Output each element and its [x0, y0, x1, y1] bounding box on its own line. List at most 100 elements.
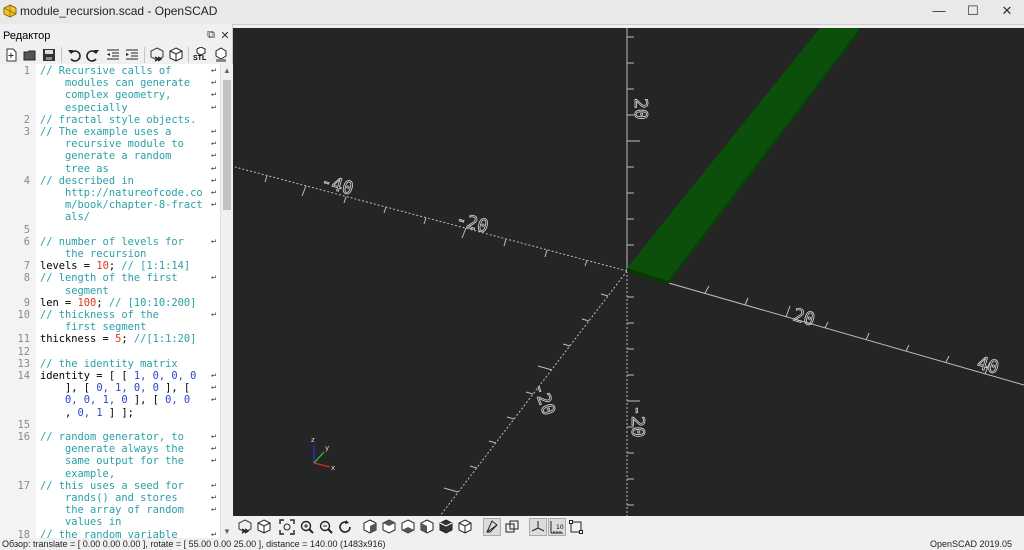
show-axes-icon[interactable]	[529, 518, 547, 536]
code-line[interactable]: example,	[0, 468, 220, 480]
wrap-indicator-icon: ↩	[211, 66, 217, 76]
code-token: the recursion	[40, 248, 147, 260]
code-text: complex geometry,	[40, 89, 171, 101]
code-line[interactable]: 4 // described in ↩	[0, 175, 220, 187]
x-label-neg-40: -40	[319, 171, 356, 200]
gizmo-x-label: x	[331, 464, 335, 472]
code-line[interactable]: 9 len = 100; // [10:10:200]	[0, 297, 220, 309]
view-top-icon[interactable]	[380, 518, 398, 536]
code-editor[interactable]: 1 // Recursive calls of ↩ modules can gene…	[0, 64, 220, 538]
orthogonal-icon[interactable]	[503, 518, 521, 536]
redo-icon[interactable]	[85, 47, 101, 63]
unindent-icon[interactable]	[105, 47, 121, 63]
view-toolbar: 10	[233, 516, 1024, 538]
editor-toolbar: STL	[0, 44, 232, 66]
view-bottom-icon[interactable]	[399, 518, 417, 536]
code-line[interactable]: first segment	[0, 321, 220, 333]
undock-editor-button[interactable]: ⧉	[205, 29, 217, 42]
z-axis-ticks	[627, 36, 640, 246]
code-line[interactable]: 16 // random generator, to ↩	[0, 431, 220, 443]
close-window-button[interactable]: ✕	[990, 0, 1024, 24]
zoom-out-icon[interactable]	[317, 518, 335, 536]
view-front-icon[interactable]	[437, 518, 455, 536]
reset-view-icon[interactable]	[336, 518, 354, 536]
svg-text:10: 10	[556, 524, 564, 531]
3d-viewport[interactable]: 20 40 -20 -40 20 -20 -20 z x y	[233, 28, 1024, 516]
view-right-icon[interactable]	[361, 518, 379, 536]
code-line[interactable]: 8 // length of the first ↩	[0, 272, 220, 284]
close-editor-button[interactable]: ✕	[219, 29, 231, 42]
scrollbar-thumb[interactable]	[223, 80, 231, 210]
view-all-icon[interactable]	[278, 518, 296, 536]
code-line[interactable]: generate always the ↩	[0, 443, 220, 455]
code-line[interactable]: m/book/chapter-8-fract ↩	[0, 199, 220, 211]
code-line[interactable]: 5	[0, 224, 220, 236]
line-number: 9	[23, 296, 30, 309]
code-line[interactable]: 0, 0, 1, 0 ], [ 0, 0 ↩	[0, 394, 220, 406]
code-token: ;	[108, 260, 122, 273]
open-icon[interactable]	[22, 47, 38, 63]
code-line[interactable]: complex geometry, ↩	[0, 89, 220, 101]
scroll-up-arrow-icon[interactable]: ▲	[221, 66, 233, 75]
view-back-icon[interactable]	[456, 518, 474, 536]
zoom-in-icon[interactable]	[298, 518, 316, 536]
code-line[interactable]: 12	[0, 346, 220, 358]
code-line[interactable]: same output for the ↩	[0, 455, 220, 467]
preview-icon[interactable]	[149, 47, 165, 63]
code-line[interactable]: , 0, 1 ] ];	[0, 407, 220, 419]
code-line[interactable]: 2 // fractal style objects.	[0, 114, 220, 126]
code-line[interactable]: the array of random ↩	[0, 504, 220, 516]
code-line[interactable]: als/	[0, 211, 220, 223]
code-line[interactable]: modules can generate ↩	[0, 77, 220, 89]
code-line[interactable]: 15	[0, 419, 220, 431]
editor-vertical-scrollbar[interactable]: ▲ ▼	[220, 64, 233, 538]
undo-icon[interactable]	[66, 47, 82, 63]
code-line[interactable]: 1 // Recursive calls of ↩	[0, 65, 220, 77]
wrap-indicator-icon: ↩	[211, 493, 217, 503]
export-stl-icon[interactable]: STL	[192, 47, 210, 63]
code-line[interactable]: ], [ 0, 1, 0, 0 ], [↩	[0, 382, 220, 394]
code-token: 1, 0, 0, 0	[133, 370, 197, 382]
code-line[interactable]: 10 // thickness of the ↩	[0, 309, 220, 321]
code-line[interactable]: 13 // the identity matrix	[0, 358, 220, 370]
code-line[interactable]: 14 identity = [ [ 1, 0, 0, 0 ↩	[0, 370, 220, 382]
maximize-button[interactable]: ☐	[956, 0, 990, 24]
line-number: 4	[23, 174, 30, 187]
code-line[interactable]: 6 // number of levels for ↩	[0, 236, 220, 248]
code-token: http://natureofcode.co	[40, 187, 203, 199]
wrap-indicator-icon: ↩	[211, 78, 217, 89]
code-line[interactable]: especially ↩	[0, 102, 220, 114]
render-icon[interactable]	[168, 47, 184, 63]
wrap-indicator-icon: ↩	[211, 529, 217, 538]
code-token: 0, 0, 1, 0	[65, 394, 128, 407]
show-scale-markers-icon[interactable]: 10	[548, 518, 566, 536]
code-line[interactable]: values in	[0, 516, 220, 528]
new-icon[interactable]	[3, 47, 19, 63]
send-to-print-icon[interactable]	[213, 47, 229, 63]
code-line[interactable]: 18 // the random variable ↩	[0, 529, 220, 538]
code-line[interactable]: http://natureofcode.co ↩	[0, 187, 220, 199]
minimize-button[interactable]: —	[922, 0, 956, 24]
code-token: 0, 1	[77, 406, 103, 419]
code-token: complex geometry,	[40, 89, 172, 102]
code-line[interactable]: segment	[0, 285, 220, 297]
code-line[interactable]: rands() and stores ↩	[0, 492, 220, 504]
code-line[interactable]: recursive module to ↩	[0, 138, 220, 150]
preview-icon[interactable]	[236, 518, 254, 536]
code-line[interactable]: the recursion	[0, 248, 220, 260]
line-number: 3	[23, 126, 30, 138]
scroll-down-arrow-icon[interactable]: ▼	[221, 527, 233, 536]
code-text: // random generator, to	[40, 431, 184, 443]
view-left-icon[interactable]	[418, 518, 436, 536]
code-line[interactable]: 7 levels = 10; // [1:1:14]	[0, 260, 220, 272]
render-icon[interactable]	[255, 518, 273, 536]
show-edges-icon[interactable]	[567, 518, 585, 536]
code-line[interactable]: generate a random ↩	[0, 150, 220, 162]
save-icon[interactable]	[41, 47, 57, 63]
code-line[interactable]: tree as ↩	[0, 163, 220, 175]
indent-icon[interactable]	[124, 47, 140, 63]
code-line[interactable]: 11 thickness = 5; //[1:1:20]	[0, 333, 220, 345]
perspective-icon[interactable]	[483, 518, 501, 536]
code-line[interactable]: 3 // The example uses a ↩	[0, 126, 220, 138]
code-line[interactable]: 17 // this uses a seed for ↩	[0, 480, 220, 492]
